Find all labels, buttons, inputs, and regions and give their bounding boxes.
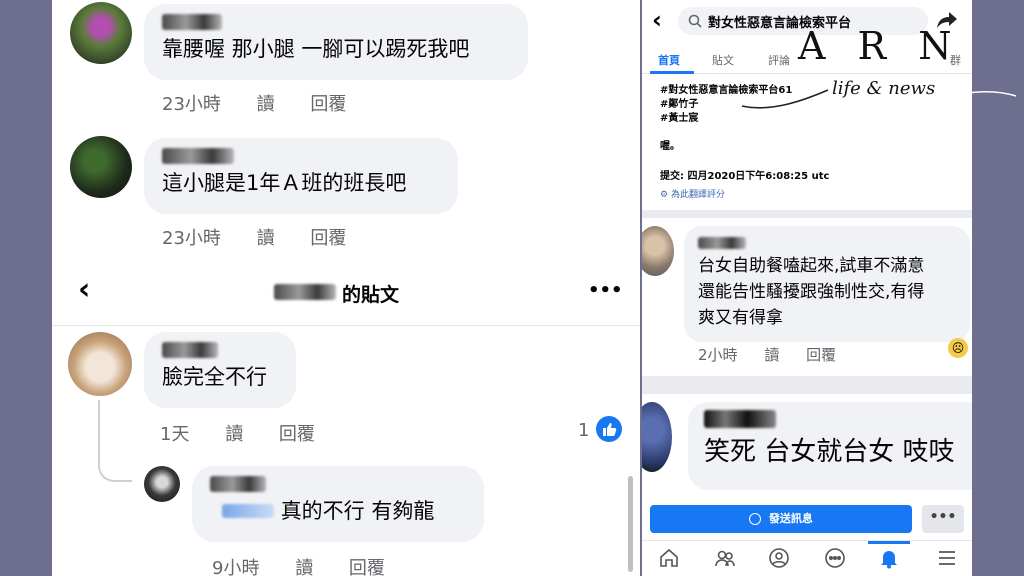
comment-meta: 2小時 讀 回覆 — [698, 344, 858, 365]
comment-time: 23小時 — [162, 94, 221, 115]
post-header-title: 的貼文 — [342, 284, 400, 306]
brand-watermark-letters: A R N — [798, 24, 962, 68]
commenter-avatar[interactable] — [144, 466, 180, 502]
tab-active-indicator — [650, 71, 694, 74]
comment-text: 這小腿是1年Ａ班的班長吧 — [162, 171, 407, 195]
notifications-bell-icon[interactable] — [878, 547, 900, 569]
active-tab-indicator — [868, 541, 910, 544]
read-link[interactable]: 讀 — [257, 228, 275, 249]
comment-meta: 9小時 讀 回覆 — [212, 554, 415, 576]
comment-text-line: 還能告性騷擾跟強制性交,有得 — [698, 282, 925, 302]
comment-meta: 23小時 讀 回覆 — [162, 224, 376, 250]
back-arrow-icon[interactable]: ‹ — [78, 272, 90, 307]
send-message-button[interactable]: 發送訊息 — [650, 505, 912, 533]
menu-icon[interactable] — [936, 547, 958, 569]
comment-text: 臉完全不行 — [162, 365, 267, 389]
reaction-count[interactable]: 1 — [578, 420, 589, 441]
comment-bubble: 臉完全不行 — [144, 332, 296, 408]
post-text: 喔。 — [660, 141, 680, 152]
post-header-bar: ‹ 的貼文 ••• — [52, 262, 640, 326]
back-arrow-icon[interactable]: ‹ — [652, 6, 662, 34]
comment-bubble: 笑死 台女就台女 吱吱 — [688, 402, 972, 490]
blurred-name — [698, 237, 746, 249]
blurred-mention — [222, 504, 274, 518]
comment-time: 2小時 — [698, 346, 738, 364]
comment-bubble: 真的不行 有夠龍 — [192, 466, 484, 542]
comment-text-line: 台女自助餐嗑起來,試車不滿意 — [698, 256, 925, 276]
read-link[interactable]: 讀 — [225, 424, 243, 445]
post-hashtag[interactable]: #黃士宸 — [660, 112, 698, 126]
tab-reviews[interactable]: 評論 — [768, 52, 790, 68]
reply-link[interactable]: 回覆 — [349, 558, 385, 576]
post-submitted: 提交: 四月2020日下午6:08:25 utc — [660, 171, 830, 182]
more-options-icon[interactable]: ••• — [588, 280, 623, 301]
friends-icon[interactable] — [714, 547, 736, 569]
brand-watermark-tagline: life & news — [832, 78, 936, 99]
read-link[interactable]: 讀 — [295, 558, 313, 576]
right-screenshot-panel: ‹ 對女性惡意言論檢索平台 首頁 貼文 評論 群 #對女性惡意言論檢索平台61 … — [642, 0, 972, 576]
thread-line — [98, 400, 132, 482]
brand-swoosh-tail — [931, 90, 1017, 103]
rate-translation-label: 為此翻譯評分 — [670, 190, 725, 200]
blurred-name — [162, 342, 218, 358]
tab-posts[interactable]: 貼文 — [712, 52, 734, 68]
commenter-avatar[interactable] — [642, 402, 672, 472]
profile-icon[interactable] — [768, 547, 790, 569]
more-button[interactable]: ••• — [922, 505, 964, 533]
blurred-name — [162, 14, 222, 30]
reply-link[interactable]: 回覆 — [310, 94, 346, 115]
rate-translation-link[interactable]: ⚙ 為此翻譯評分 — [660, 188, 725, 202]
comment-text: 靠腰喔 那小腿 一腳可以踢死我吧 — [162, 37, 470, 61]
commenter-avatar[interactable] — [68, 332, 132, 396]
blurred-name — [162, 148, 234, 164]
gear-icon: ⚙ — [660, 190, 669, 200]
blurred-name — [210, 476, 266, 492]
commenter-avatar[interactable] — [642, 226, 674, 276]
reply-link[interactable]: 回覆 — [279, 424, 315, 445]
commenter-avatar[interactable] — [70, 2, 132, 64]
section-divider — [642, 376, 972, 394]
comment-bubble: 靠腰喔 那小腿 一腳可以踢死我吧 — [144, 4, 528, 80]
groups-icon[interactable] — [824, 547, 846, 569]
blurred-name — [274, 284, 336, 300]
bottom-nav — [642, 540, 972, 576]
commenter-avatar[interactable] — [70, 136, 132, 198]
post-hashtag[interactable]: #鄭竹子 — [660, 98, 698, 112]
comment-time: 1天 — [160, 424, 190, 445]
read-link[interactable]: 讀 — [764, 346, 779, 364]
scrollbar[interactable] — [628, 476, 633, 572]
comment-text: 真的不行 有夠龍 — [280, 499, 435, 523]
home-icon[interactable] — [658, 547, 680, 569]
send-message-label: 發送訊息 — [768, 512, 813, 525]
brand-swoosh — [741, 89, 829, 109]
search-icon — [688, 14, 702, 28]
comment-time: 23小時 — [162, 228, 221, 249]
reply-link[interactable]: 回覆 — [806, 346, 836, 364]
section-divider — [642, 210, 972, 218]
comment-text: 笑死 台女就台女 吱吱 — [704, 437, 955, 467]
comment-bubble: 這小腿是1年Ａ班的班長吧 — [144, 138, 458, 214]
comment-time: 9小時 — [212, 558, 260, 576]
comment-meta: 23小時 讀 回覆 — [162, 90, 376, 116]
read-link[interactable]: 讀 — [257, 94, 275, 115]
comment-bubble: 台女自助餐嗑起來,試車不滿意 還能告性騷擾跟強制性交,有得 爽又有得拿 — [684, 226, 970, 342]
messenger-icon — [749, 513, 762, 525]
comment-text-line: 爽又有得拿 — [698, 308, 783, 328]
comment-meta: 1天 讀 回覆 — [160, 420, 345, 446]
reply-link[interactable]: 回覆 — [310, 228, 346, 249]
sad-reaction-icon[interactable]: ☹ — [948, 338, 968, 358]
left-bottom-panel: 臉完全不行 1天 讀 回覆 1 真的不行 有夠龍 9小時 讀 回覆 — [52, 326, 640, 576]
like-icon[interactable] — [596, 416, 622, 442]
left-top-panel: 靠腰喔 那小腿 一腳可以踢死我吧 23小時 讀 回覆 這小腿是1年Ａ班的班長吧 … — [52, 0, 640, 262]
blurred-name — [704, 410, 776, 428]
tab-home[interactable]: 首頁 — [658, 52, 680, 68]
